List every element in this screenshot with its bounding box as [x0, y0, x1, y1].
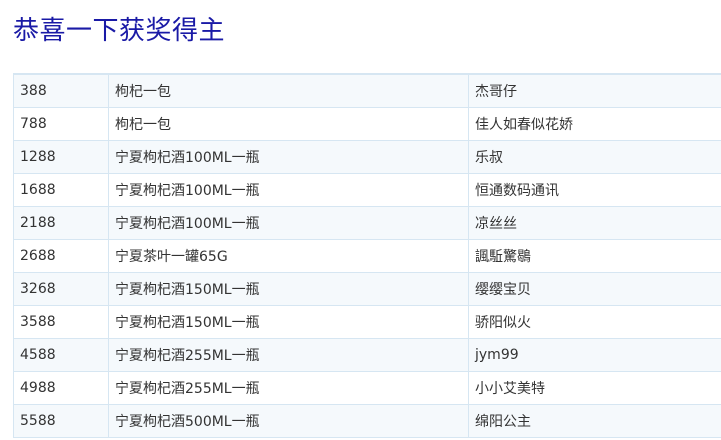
- prize-cell: 枸杞一包: [108, 107, 469, 141]
- winner-name-cell: 恒通数码通讯: [468, 173, 721, 207]
- winner-name-cell: 凉丝丝: [468, 206, 721, 240]
- prize-cell: 宁夏枸杞酒100ML一瓶: [108, 173, 469, 207]
- winners-table: 388 枸杞一包 杰哥仔 788 枸杞一包 佳人如春似花娇 1288 宁夏枸杞酒…: [13, 74, 721, 438]
- table-row: 388 枸杞一包 杰哥仔: [13, 74, 721, 108]
- page-title: 恭喜一下获奖得主: [13, 16, 226, 46]
- winning-number-cell: 3588: [13, 305, 109, 339]
- table-row: 4588 宁夏枸杞酒255ML一瓶 jym99: [13, 338, 721, 372]
- table-row: 2688 宁夏茶叶一罐65G 諷駈驚鶡: [13, 239, 721, 273]
- prize-cell: 宁夏枸杞酒150ML一瓶: [108, 272, 469, 306]
- winning-number-cell: 4988: [13, 371, 109, 405]
- prize-cell: 宁夏茶叶一罐65G: [108, 239, 469, 273]
- winners-table-container: 388 枸杞一包 杰哥仔 788 枸杞一包 佳人如春似花娇 1288 宁夏枸杞酒…: [13, 73, 721, 438]
- winning-number-cell: 1288: [13, 140, 109, 174]
- prize-cell: 宁夏枸杞酒100ML一瓶: [108, 206, 469, 240]
- winning-number-cell: 788: [13, 107, 109, 141]
- winner-name-cell: 佳人如春似花娇: [468, 107, 721, 141]
- winner-name-cell: 小小艾美特: [468, 371, 721, 405]
- prize-cell: 宁夏枸杞酒255ML一瓶: [108, 338, 469, 372]
- winning-number-cell: 3268: [13, 272, 109, 306]
- table-row: 3588 宁夏枸杞酒150ML一瓶 骄阳似火: [13, 305, 721, 339]
- winner-name-cell: 骄阳似火: [468, 305, 721, 339]
- winning-number-cell: 388: [13, 74, 109, 108]
- winning-number-cell: 1688: [13, 173, 109, 207]
- prize-cell: 宁夏枸杞酒255ML一瓶: [108, 371, 469, 405]
- table-row: 4988 宁夏枸杞酒255ML一瓶 小小艾美特: [13, 371, 721, 405]
- prize-cell: 宁夏枸杞酒100ML一瓶: [108, 140, 469, 174]
- winner-name-cell: 杰哥仔: [468, 74, 721, 108]
- winning-number-cell: 5588: [13, 404, 109, 438]
- table-row: 1288 宁夏枸杞酒100ML一瓶 乐叔: [13, 140, 721, 174]
- table-row: 3268 宁夏枸杞酒150ML一瓶 缨缨宝贝: [13, 272, 721, 306]
- table-row: 5588 宁夏枸杞酒500ML一瓶 绵阳公主: [13, 404, 721, 438]
- prize-cell: 宁夏枸杞酒500ML一瓶: [108, 404, 469, 438]
- winning-number-cell: 2188: [13, 206, 109, 240]
- winning-number-cell: 2688: [13, 239, 109, 273]
- table-row: 788 枸杞一包 佳人如春似花娇: [13, 107, 721, 141]
- prize-cell: 枸杞一包: [108, 74, 469, 108]
- winning-number-cell: 4588: [13, 338, 109, 372]
- winner-name-cell: 绵阳公主: [468, 404, 721, 438]
- winner-name-cell: 諷駈驚鶡: [468, 239, 721, 273]
- table-row: 2188 宁夏枸杞酒100ML一瓶 凉丝丝: [13, 206, 721, 240]
- winner-name-cell: 乐叔: [468, 140, 721, 174]
- table-row: 1688 宁夏枸杞酒100ML一瓶 恒通数码通讯: [13, 173, 721, 207]
- winner-name-cell: jym99: [468, 338, 721, 372]
- prize-cell: 宁夏枸杞酒150ML一瓶: [108, 305, 469, 339]
- winner-name-cell: 缨缨宝贝: [468, 272, 721, 306]
